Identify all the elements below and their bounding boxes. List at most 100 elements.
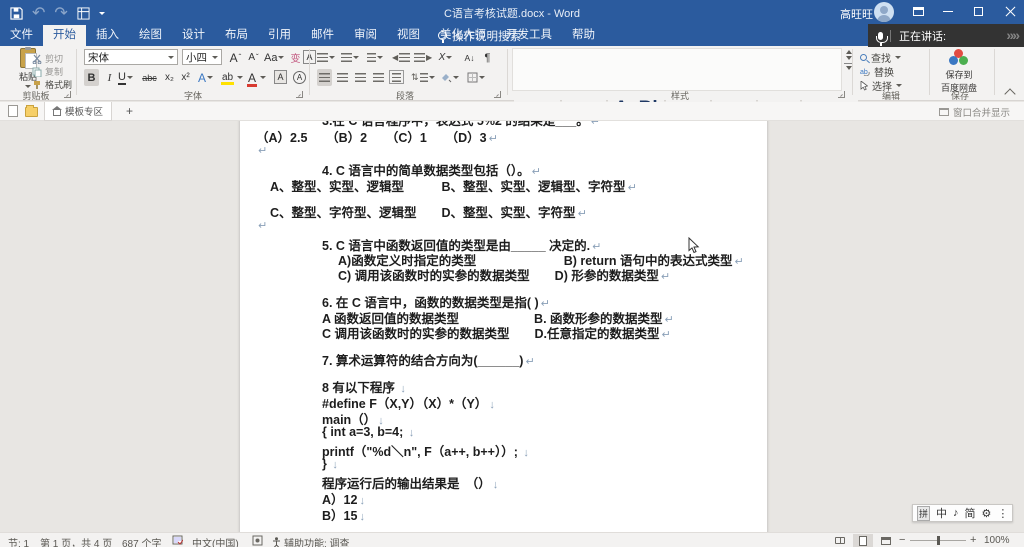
enclose-characters-button[interactable]: A	[292, 69, 307, 86]
zoom-slider-thumb[interactable]	[937, 536, 940, 545]
macro-record-icon[interactable]	[252, 535, 263, 547]
line-spacing-button[interactable]: ⇅	[411, 69, 435, 86]
ribbon-tab-2[interactable]: 插入	[86, 25, 129, 46]
cut-button[interactable]: 剪切	[32, 52, 63, 65]
ime-logo[interactable]: 拼	[917, 506, 930, 521]
template-zone-tab[interactable]: 模板专区	[44, 102, 112, 121]
superscript-button[interactable]: x²	[178, 69, 193, 86]
document-line[interactable]: A、整型、实型、逻辑型 B、整型、实型、逻辑型、字符型↵	[270, 176, 637, 195]
avatar[interactable]	[874, 2, 894, 22]
document-line[interactable]: C、整型、字符型、逻辑型 D、整型、实型、字符型↵	[270, 202, 587, 221]
strikethrough-button[interactable]: abc	[142, 69, 157, 86]
italic-button[interactable]: I	[102, 69, 117, 86]
change-case-button[interactable]: Aa	[264, 49, 284, 66]
ribbon-tab-9[interactable]: 视图	[387, 25, 430, 46]
bold-button[interactable]: B	[84, 69, 99, 86]
styles-scroll-up-icon[interactable]	[846, 50, 852, 54]
zoom-out-button[interactable]: −	[899, 534, 905, 546]
ribbon-tab-5[interactable]: 布局	[215, 25, 258, 46]
clipboard-dialog-launcher[interactable]	[64, 91, 71, 98]
distributed-button[interactable]	[389, 70, 404, 84]
new-document-icon[interactable]	[8, 105, 18, 117]
ribbon-tab-6[interactable]: 引用	[258, 25, 301, 46]
paragraph-dialog-launcher[interactable]	[494, 91, 501, 98]
account-name[interactable]: 高旺旺	[840, 6, 873, 22]
character-shading-button[interactable]: A	[274, 70, 287, 84]
justify-button[interactable]	[371, 69, 386, 86]
minimize-button[interactable]	[934, 0, 962, 22]
bullets-button[interactable]	[317, 49, 335, 66]
align-center-button[interactable]	[335, 69, 350, 86]
open-folder-icon[interactable]	[25, 107, 38, 117]
increase-indent-button[interactable]: ▶	[414, 49, 432, 66]
shading-button[interactable]	[441, 69, 459, 86]
document-line[interactable]: } ↓	[322, 457, 338, 471]
ime-toolbar[interactable]: 拼中♪简⚙⋮	[912, 504, 1013, 522]
multilevel-list-button[interactable]	[365, 49, 383, 66]
page-indicator[interactable]: 第 1 页，共 4 页	[40, 535, 112, 547]
borders-button[interactable]	[467, 69, 485, 86]
subscript-button[interactable]: x₂	[162, 69, 177, 86]
ime-mode-chinese[interactable]: 中	[936, 505, 947, 521]
sort-button[interactable]: A↓	[462, 49, 477, 66]
zoom-level[interactable]: 100%	[984, 535, 1010, 546]
phonetic-guide-button[interactable]: 变	[288, 49, 303, 66]
document-page[interactable]: 3.在 C 语言程序中，表达式 5%2 的结果是___。↵（A）2.5 （B）2…	[240, 121, 767, 532]
numbering-button[interactable]	[341, 49, 359, 66]
font-color-button[interactable]: A	[248, 69, 266, 86]
document-line[interactable]: C 调用该函数时的实参的数据类型 D.任意指定的数据类型↵	[322, 323, 671, 342]
show-hide-pilcrow-button[interactable]: ¶	[480, 49, 495, 66]
close-button[interactable]	[996, 0, 1024, 22]
proofing-icon[interactable]	[172, 535, 183, 547]
ribbon-tab-3[interactable]: 绘图	[129, 25, 172, 46]
ime-tone-icon[interactable]: ♪	[953, 507, 959, 519]
word-count[interactable]: 687 个字	[122, 535, 161, 547]
ribbon-tab-1[interactable]: 开始	[43, 25, 86, 46]
ime-settings-icon[interactable]: ⚙	[982, 507, 992, 520]
ribbon-tab-0[interactable]: 文件	[0, 25, 43, 46]
text-effects-button[interactable]: A	[198, 69, 213, 86]
restore-button[interactable]	[964, 0, 992, 22]
align-left-button[interactable]	[317, 69, 332, 86]
copy-button[interactable]: 复制	[32, 65, 63, 78]
tell-me-search[interactable]: 操作说明搜索	[438, 25, 521, 46]
highlight-button[interactable]: ab	[222, 69, 243, 86]
document-line[interactable]: ↵	[256, 143, 267, 157]
ribbon-tab-7[interactable]: 邮件	[301, 25, 344, 46]
document-line[interactable]: 7. 算术运算符的结合方向为(______)↵	[322, 350, 535, 369]
print-layout-button[interactable]	[853, 534, 873, 547]
ime-more-icon[interactable]: ⋮	[997, 507, 1008, 520]
save-to-baidu-button[interactable]: 保存到 百度网盘	[933, 49, 985, 94]
zoom-in-button[interactable]: +	[970, 534, 976, 546]
ribbon-tab-8[interactable]: 审阅	[344, 25, 387, 46]
ribbon-tab-12[interactable]: 帮助	[562, 25, 605, 46]
ribbon-display-options-button[interactable]	[904, 0, 932, 22]
underline-button[interactable]: U	[118, 69, 133, 86]
merge-windows-toggle[interactable]: 窗口合并显示	[939, 105, 1010, 119]
decrease-indent-button[interactable]: ◀	[392, 49, 410, 66]
document-line[interactable]: ↵	[256, 218, 267, 232]
replace-button[interactable]: ab 替换	[860, 64, 894, 79]
find-button[interactable]: 查找	[860, 50, 901, 65]
ribbon-tab-4[interactable]: 设计	[172, 25, 215, 46]
collapse-ribbon-icon[interactable]	[1004, 88, 1015, 99]
font-dialog-launcher[interactable]	[296, 91, 303, 98]
grow-font-button[interactable]: Aˆ	[228, 49, 243, 66]
styles-scroll-down-icon[interactable]	[846, 56, 852, 60]
new-tab-button[interactable]: +	[126, 104, 133, 118]
align-right-button[interactable]	[353, 69, 368, 86]
section-indicator[interactable]: 节: 1	[8, 535, 29, 547]
language-indicator[interactable]: 中文(中国)	[192, 535, 239, 547]
shrink-font-button[interactable]: Aˇ	[246, 49, 261, 66]
document-line[interactable]: printf（"%d＼n", F（a++, b++））; ↓	[322, 441, 529, 460]
accessibility-status[interactable]: 辅助功能: 调查	[272, 535, 350, 547]
styles-dialog-launcher[interactable]	[838, 91, 845, 98]
document-canvas[interactable]: 3.在 C 语言程序中，表达式 5%2 的结果是___。↵（A）2.5 （B）2…	[0, 121, 1024, 532]
styles-more-icon[interactable]	[846, 66, 852, 70]
document-line[interactable]: C) 调用该函数时的实参的数据类型 D) 形参的数据类型↵	[338, 265, 670, 284]
document-line[interactable]: { int a=3, b=4; ↓	[322, 425, 414, 439]
document-line[interactable]: （A）2.5 （B）2 （C）1 （D）3↵	[256, 127, 498, 146]
document-line[interactable]: B）15↓	[322, 505, 365, 524]
paste-dropdown-icon[interactable]	[25, 85, 31, 88]
font-size-select[interactable]: 小四	[182, 49, 222, 65]
